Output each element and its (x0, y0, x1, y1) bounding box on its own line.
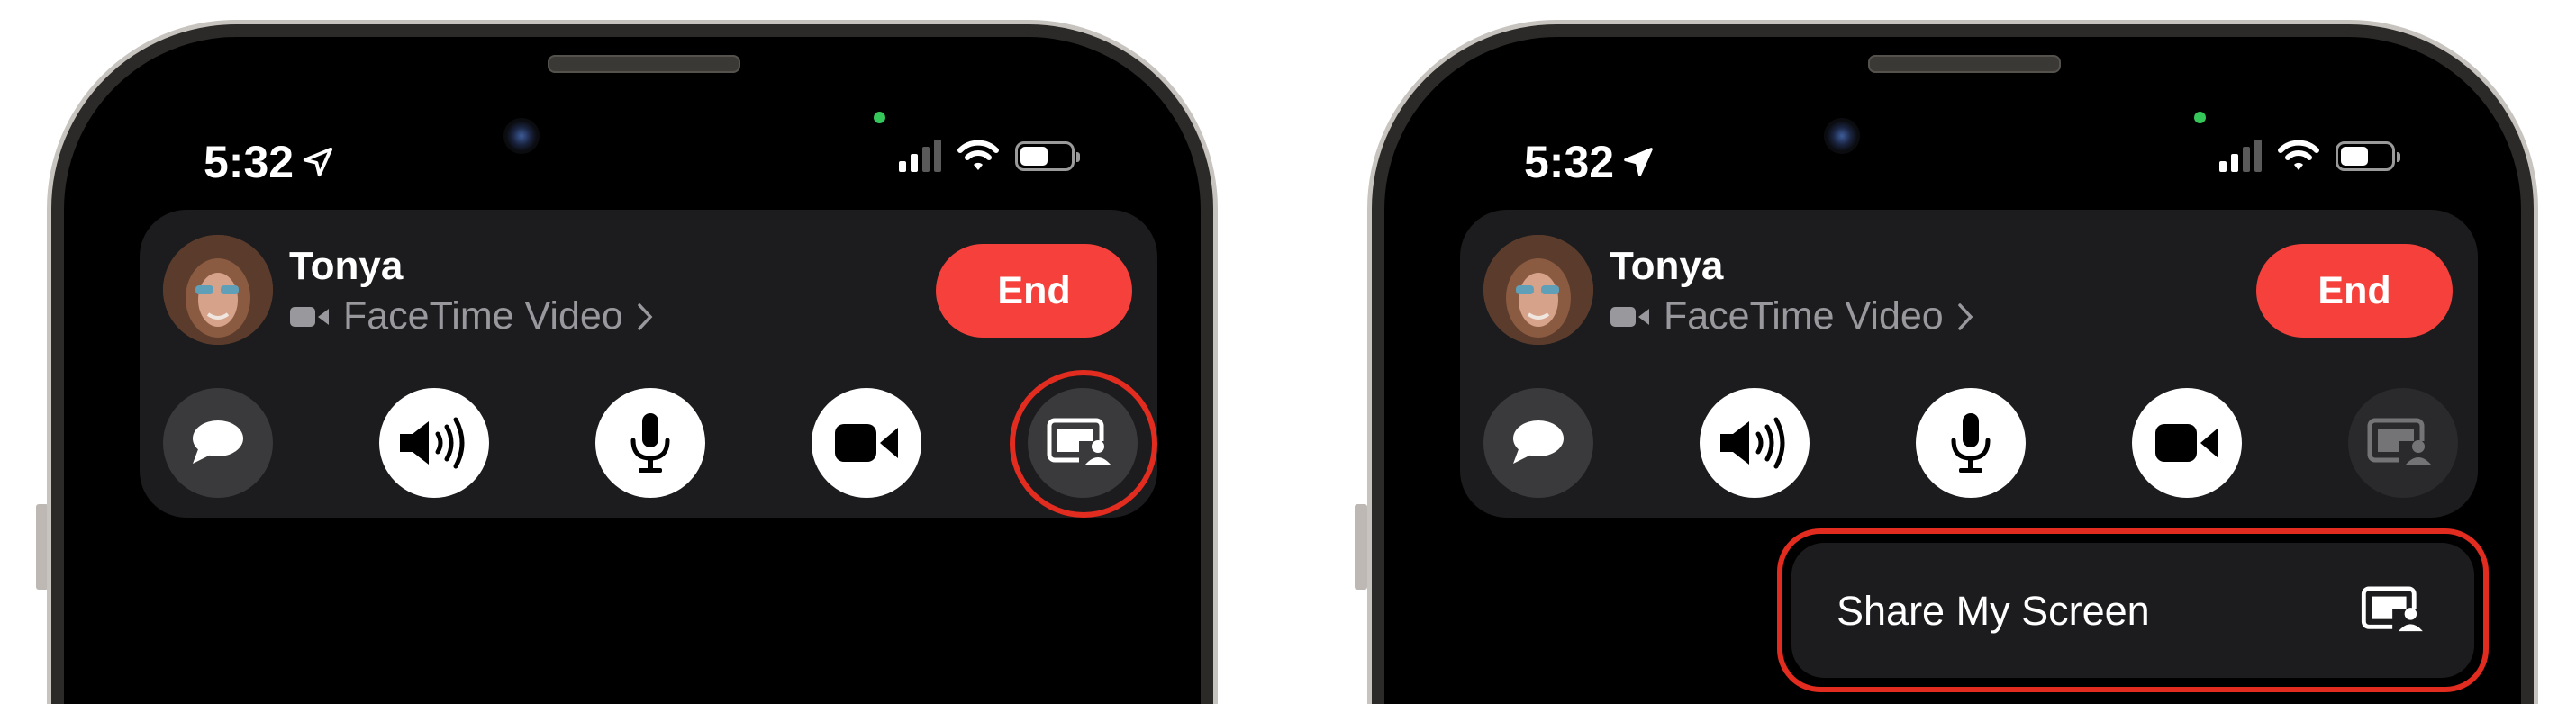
caller-name: Tonya (289, 244, 404, 288)
wifi-icon (2278, 140, 2319, 170)
left-phone: 5:32 Tonya FaceTime Video End (47, 20, 1218, 704)
speaker-button[interactable] (1700, 388, 1810, 498)
phone-bezel: 5:32 (51, 24, 1213, 704)
wifi-icon (957, 140, 999, 170)
earpiece-speaker (548, 55, 740, 73)
speaker-button[interactable] (379, 388, 489, 498)
message-button[interactable] (1483, 388, 1593, 498)
status-bar-indicators (899, 140, 1080, 172)
front-camera (1824, 118, 1860, 154)
call-control-panel: Tonya FaceTime Video End (140, 210, 1157, 518)
location-arrow-icon (303, 147, 333, 177)
video-camera-small-icon (1610, 306, 1649, 327)
call-control-panel: Tonya FaceTime Video End (1460, 210, 2478, 518)
call-type-label: FaceTime Video (1664, 294, 1944, 338)
highlight-ring (1010, 370, 1157, 518)
microphone-icon (630, 413, 670, 473)
phone-screen: 5:32 (1384, 37, 2521, 704)
call-type-label: FaceTime Video (343, 294, 623, 338)
right-phone-side-button (1355, 504, 1367, 590)
status-bar-time: 5:32 (1524, 136, 1655, 188)
video-camera-icon (835, 424, 898, 462)
front-camera (503, 118, 540, 154)
time-label: 5:32 (1524, 137, 1615, 187)
end-call-button[interactable]: End (2256, 244, 2453, 338)
microphone-button[interactable] (595, 388, 705, 498)
video-camera-icon (2155, 424, 2218, 462)
caller-avatar[interactable] (163, 235, 273, 345)
call-type-link[interactable]: FaceTime Video (289, 294, 654, 338)
status-bar-indicators (2219, 140, 2400, 172)
chevron-right-icon (637, 302, 653, 330)
phone-screen: 5:32 (64, 37, 1201, 704)
share-screen-button[interactable] (2348, 388, 2458, 498)
share-screen-icon (2367, 418, 2437, 466)
message-icon (1513, 420, 1564, 464)
call-type-link[interactable]: FaceTime Video (1610, 294, 1974, 338)
location-arrow-icon (1624, 148, 1653, 176)
microphone-button[interactable] (1916, 388, 2026, 498)
chevron-right-icon (1957, 302, 1973, 330)
camera-in-use-indicator (2194, 112, 2206, 123)
earpiece-speaker (1868, 55, 2061, 73)
message-button[interactable] (163, 388, 273, 498)
message-icon (193, 420, 243, 464)
camera-in-use-indicator (874, 112, 885, 123)
speaker-icon (1720, 417, 1785, 469)
microphone-icon (1951, 413, 1991, 473)
phone-bezel: 5:32 (1372, 24, 2534, 704)
right-phone: 5:32 Tonya FaceTime Video End Share My S… (1367, 20, 2538, 704)
cellular-signal-icon (2219, 140, 2262, 172)
caller-avatar[interactable] (1483, 235, 1593, 345)
battery-icon (1015, 140, 1080, 171)
status-bar-time: 5:32 (204, 136, 335, 188)
time-label: 5:32 (204, 137, 295, 187)
speaker-icon (400, 417, 465, 469)
highlight-ring (1777, 528, 2489, 692)
battery-icon (2336, 140, 2400, 171)
caller-name: Tonya (1610, 244, 1724, 288)
video-camera-button[interactable] (812, 388, 921, 498)
end-call-button[interactable]: End (936, 244, 1132, 338)
cellular-signal-icon (899, 140, 941, 172)
video-camera-button[interactable] (2132, 388, 2242, 498)
video-camera-small-icon (290, 306, 329, 327)
